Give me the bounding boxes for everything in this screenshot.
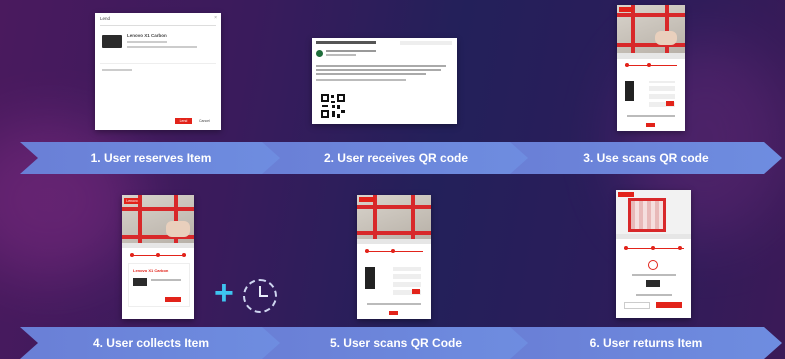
return-button[interactable]: [656, 302, 682, 308]
laptop-thumbnail: [133, 278, 147, 286]
step-label: 6. User returns Item: [589, 336, 703, 350]
locker-photo: [617, 5, 685, 53]
return-item-screenshot: [616, 190, 691, 318]
step-label: 4. User collects Item: [92, 336, 210, 350]
kiosk-scan-screenshot: [617, 5, 685, 131]
step-label: 1. User reserves Item: [90, 151, 212, 165]
step-banner: 5. User scans QR Code: [262, 327, 530, 359]
scroll-indicator: [389, 311, 398, 315]
plus-icon: +: [214, 274, 234, 312]
clock-icon: [243, 279, 277, 313]
step-banner: 3. Use scans QR code: [510, 142, 782, 174]
item-name: Lenovo X1 Carbon: [127, 33, 167, 38]
phone-image: [625, 81, 634, 101]
step-label: 5. User scans QR Code: [329, 336, 463, 350]
step-banner: 4. User collects Item: [20, 327, 282, 359]
step-banner: 1. User reserves Item: [20, 142, 282, 174]
return-status-icon: [648, 260, 658, 270]
secondary-button[interactable]: [624, 302, 650, 309]
locker-image: [628, 198, 666, 232]
hand-image: [166, 221, 190, 237]
collect-button[interactable]: [165, 297, 181, 302]
brand-logo: [618, 192, 634, 197]
cancel-button[interactable]: Cancel: [199, 119, 210, 124]
qr-code-icon: [320, 93, 346, 119]
laptop-thumbnail: [102, 35, 122, 48]
brand-logo: Lenovo: [124, 198, 140, 204]
hand-image: [655, 31, 677, 45]
close-icon[interactable]: ×: [214, 15, 217, 21]
item-name: Lenovo X1 Carbon: [133, 268, 169, 273]
step-banner: 2. User receives QR code: [262, 142, 530, 174]
avatar: [316, 50, 323, 57]
step-label: 3. Use scans QR code: [583, 151, 709, 165]
step-label: 2. User receives QR code: [323, 151, 469, 165]
enter-button[interactable]: [666, 101, 674, 106]
qr-email-screenshot: [312, 38, 457, 124]
enter-button[interactable]: [412, 289, 420, 294]
kiosk-return-scan-screenshot: [357, 195, 431, 319]
collect-item-screenshot: Lenovo Lenovo X1 Carbon: [122, 195, 194, 319]
step-banner: 6. User returns Item: [510, 327, 782, 359]
dialog-title: Lend: [100, 16, 111, 21]
laptop-thumbnail: [646, 280, 660, 287]
confirm-button[interactable]: Lend: [175, 118, 192, 124]
scroll-indicator: [646, 123, 655, 127]
brand-logo: [359, 197, 375, 202]
reserve-dialog-screenshot: Lend × Lenovo X1 Carbon Lend Cancel: [95, 13, 221, 130]
brand-logo: [619, 7, 633, 12]
phone-image: [365, 267, 375, 289]
